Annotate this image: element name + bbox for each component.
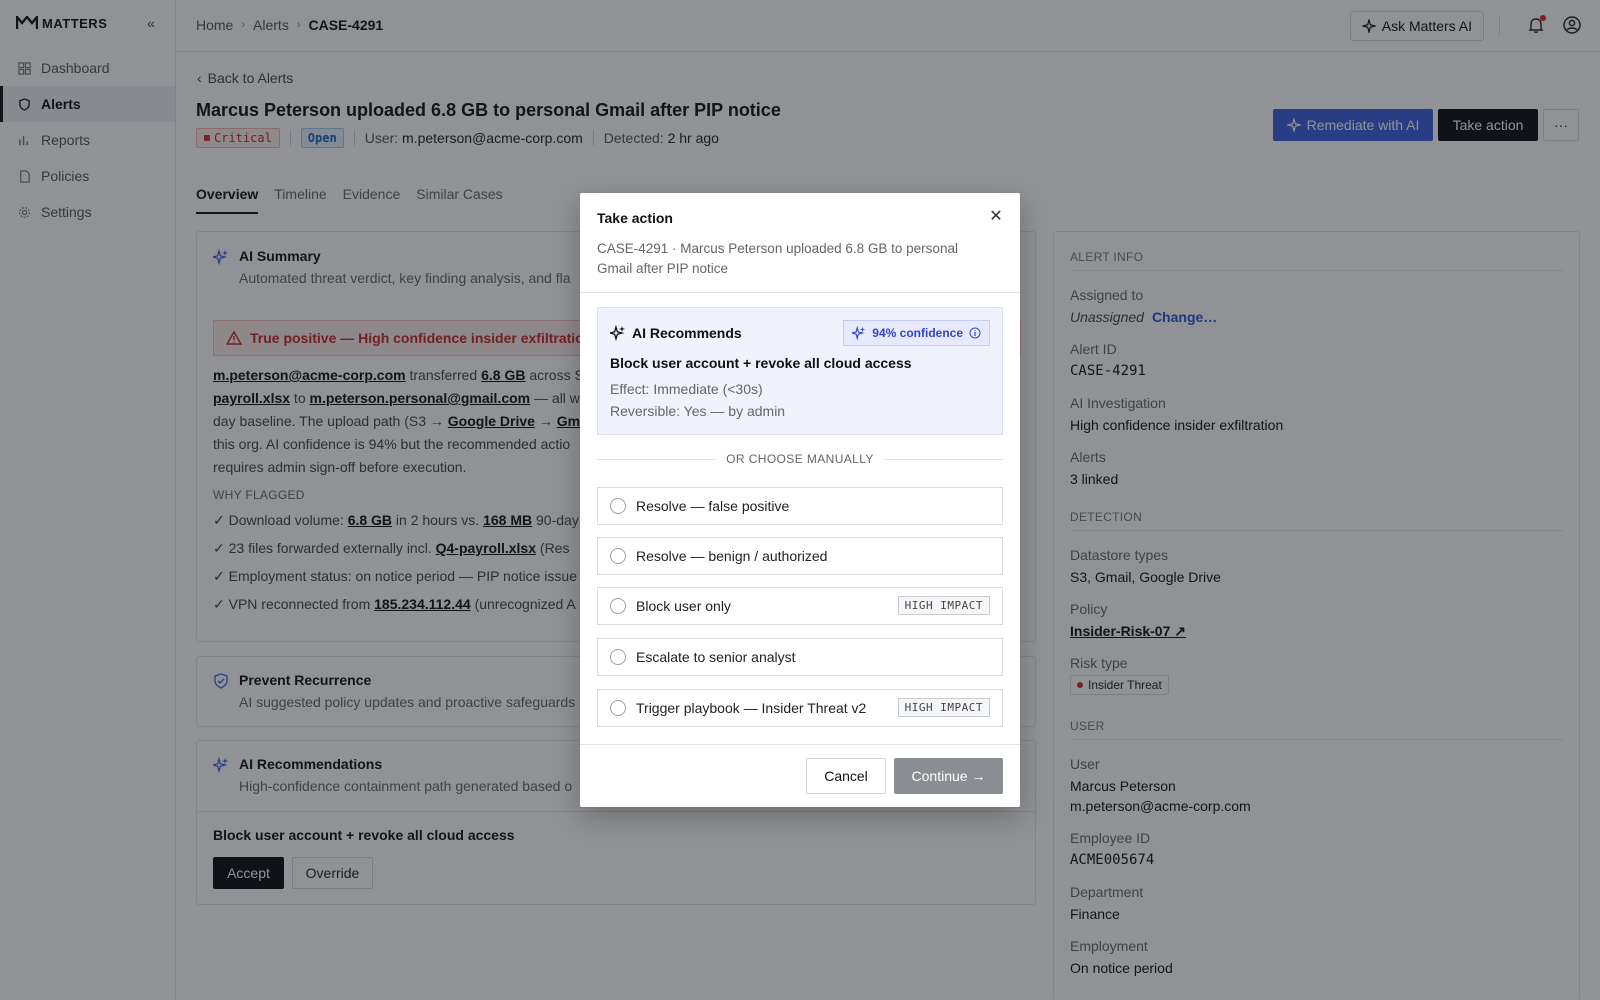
option-block-user[interactable]: Block user only HIGH IMPACT — [597, 587, 1003, 625]
rec-header: AI Recommends — [610, 325, 742, 341]
or-label: OR CHOOSE MANUALLY — [726, 452, 874, 466]
radio-button[interactable] — [610, 700, 626, 716]
confidence-value: 94% confidence — [872, 326, 963, 340]
option-escalate[interactable]: Escalate to senior analyst — [597, 638, 1003, 676]
cancel-button[interactable]: Cancel — [806, 758, 886, 794]
high-impact-badge: HIGH IMPACT — [897, 698, 990, 717]
divider — [883, 458, 1003, 460]
radio-button[interactable] — [610, 598, 626, 614]
option-label: Block user only — [636, 598, 731, 614]
divider — [580, 744, 1020, 745]
or-divider: OR CHOOSE MANUALLY — [597, 452, 1003, 466]
option-label: Resolve — benign / authorized — [636, 548, 828, 564]
info-icon[interactable] — [969, 327, 981, 339]
sparkle-icon — [852, 326, 866, 340]
radio-button[interactable] — [610, 498, 626, 514]
modal-title: Take action — [597, 210, 673, 226]
modal-subtitle: CASE-4291 · Marcus Peterson uploaded 6.8… — [597, 241, 958, 276]
take-action-modal: Take action ✕ CASE-4291 · Marcus Peterso… — [580, 193, 1020, 807]
sparkle-icon — [610, 325, 625, 341]
option-benign[interactable]: Resolve — benign / authorized — [597, 537, 1003, 575]
rec-reversible: Reversible: Yes — by admin — [610, 403, 786, 419]
radio-button[interactable] — [610, 548, 626, 564]
rec-label: AI Recommends — [632, 325, 742, 341]
option-playbook[interactable]: Trigger playbook — Insider Threat v2 HIGH… — [597, 689, 1003, 727]
confidence-badge: 94% confidence — [843, 320, 990, 346]
ai-recommendation-card[interactable]: AI Recommends 94% confidence Block user … — [597, 307, 1003, 435]
option-label: Resolve — false positive — [636, 498, 790, 514]
option-false-positive[interactable]: Resolve — false positive — [597, 487, 1003, 525]
option-label: Escalate to senior analyst — [636, 649, 796, 665]
radio-button[interactable] — [610, 649, 626, 665]
rec-action: Block user account + revoke all cloud ac… — [610, 355, 912, 371]
divider — [597, 458, 717, 460]
option-label: Trigger playbook — Insider Threat v2 — [636, 700, 867, 716]
rec-effect: Effect: Immediate (<30s) — [610, 381, 763, 397]
high-impact-badge: HIGH IMPACT — [897, 596, 990, 615]
close-icon[interactable]: ✕ — [988, 209, 1004, 225]
continue-button[interactable]: Continue → — [894, 758, 1003, 794]
divider — [580, 292, 1020, 293]
